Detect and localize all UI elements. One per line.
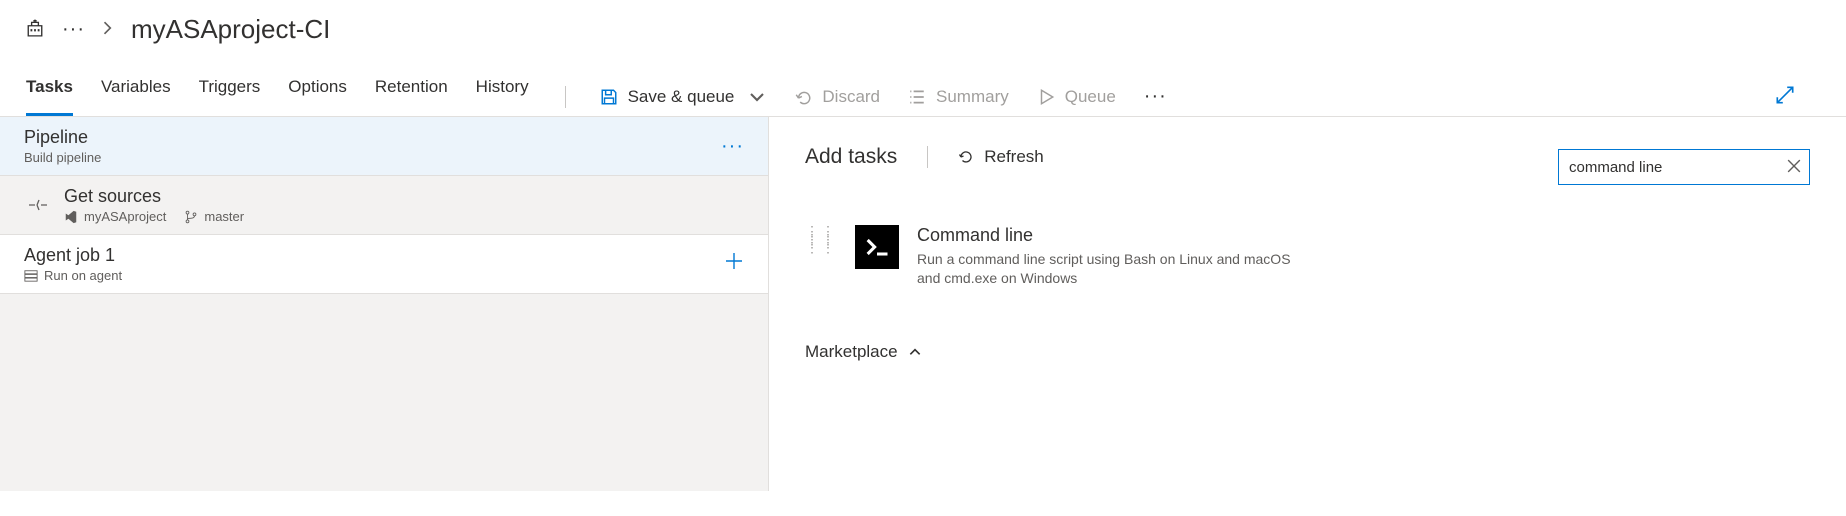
vs-icon bbox=[64, 210, 78, 224]
task-title: Command line bbox=[917, 225, 1297, 246]
task-description: Run a command line script using Bash on … bbox=[917, 250, 1297, 288]
fullscreen-icon[interactable] bbox=[1774, 93, 1796, 109]
marketplace-section[interactable]: Marketplace bbox=[805, 342, 1810, 362]
tab-tasks[interactable]: Tasks bbox=[26, 77, 73, 116]
plus-icon bbox=[724, 251, 744, 271]
discard-button: Discard bbox=[794, 87, 880, 107]
branch-indicator: master bbox=[184, 209, 244, 224]
chevron-up-icon bbox=[908, 345, 922, 359]
agent-title: Agent job 1 bbox=[24, 245, 122, 266]
branch-icon bbox=[184, 210, 198, 224]
summary-label: Summary bbox=[936, 87, 1009, 107]
toolbar: Tasks Variables Triggers Options Retenti… bbox=[0, 51, 1846, 116]
search-box[interactable] bbox=[1558, 149, 1810, 185]
discard-label: Discard bbox=[822, 87, 880, 107]
save-icon bbox=[600, 88, 618, 106]
add-tasks-title: Add tasks bbox=[805, 145, 897, 169]
repo-name: myASAproject bbox=[84, 209, 166, 224]
drag-handle-icon[interactable]: ⋮⋮⋮⋮⋮⋮ bbox=[805, 225, 837, 251]
more-actions[interactable]: ··· bbox=[1144, 85, 1167, 108]
agent-job-row[interactable]: Agent job 1 Run on agent bbox=[0, 235, 768, 294]
search-input[interactable] bbox=[1569, 159, 1787, 176]
page-title: myASAproject-CI bbox=[131, 14, 330, 45]
breadcrumb-ellipsis[interactable]: ··· bbox=[62, 18, 85, 41]
tab-options[interactable]: Options bbox=[288, 77, 347, 116]
task-result[interactable]: ⋮⋮⋮⋮⋮⋮ Command line Run a command line s… bbox=[805, 225, 1810, 288]
pipeline-row[interactable]: Pipeline Build pipeline ··· bbox=[0, 117, 768, 176]
tab-variables[interactable]: Variables bbox=[101, 77, 171, 116]
main: Pipeline Build pipeline ··· Get sources … bbox=[0, 117, 1846, 491]
refresh-label: Refresh bbox=[984, 147, 1044, 167]
summary-button: Summary bbox=[908, 87, 1009, 107]
actions: Save & queue Discard Summary Queue ··· bbox=[600, 85, 1167, 108]
right-panel: Add tasks Refresh ⋮⋮⋮⋮⋮⋮ Command line Ru… bbox=[768, 117, 1846, 491]
refresh-icon bbox=[958, 149, 974, 165]
agent-subtitle: Run on agent bbox=[44, 268, 122, 283]
undo-icon bbox=[794, 88, 812, 106]
server-icon bbox=[24, 269, 38, 283]
divider bbox=[927, 146, 928, 168]
add-task-button[interactable] bbox=[724, 251, 744, 277]
repo-indicator: myASAproject bbox=[64, 209, 166, 224]
get-sources-row[interactable]: Get sources myASAproject master bbox=[0, 176, 768, 235]
pipeline-title: Pipeline bbox=[24, 127, 101, 148]
breadcrumb: ··· myASAproject-CI bbox=[0, 0, 1846, 51]
pipeline-subtitle: Build pipeline bbox=[24, 150, 101, 165]
chevron-right-icon bbox=[103, 21, 113, 38]
save-queue-button[interactable]: Save & queue bbox=[600, 87, 767, 107]
tab-triggers[interactable]: Triggers bbox=[199, 77, 261, 116]
branch-name: master bbox=[204, 209, 244, 224]
list-icon bbox=[908, 88, 926, 106]
marketplace-label: Marketplace bbox=[805, 342, 898, 362]
tab-retention[interactable]: Retention bbox=[375, 77, 448, 116]
sources-title: Get sources bbox=[64, 186, 244, 207]
divider bbox=[565, 86, 566, 108]
queue-label: Queue bbox=[1065, 87, 1116, 107]
play-icon bbox=[1037, 88, 1055, 106]
queue-button: Queue bbox=[1037, 87, 1116, 107]
pipeline-more[interactable]: ··· bbox=[721, 135, 744, 158]
save-queue-label: Save & queue bbox=[628, 87, 735, 107]
clear-search-icon[interactable] bbox=[1787, 159, 1801, 176]
chevron-down-icon bbox=[748, 88, 766, 106]
tab-history[interactable]: History bbox=[476, 77, 529, 116]
left-panel: Pipeline Build pipeline ··· Get sources … bbox=[0, 117, 768, 491]
refresh-button[interactable]: Refresh bbox=[958, 147, 1044, 167]
sources-icon bbox=[24, 198, 52, 212]
command-line-icon bbox=[855, 225, 899, 269]
agent-sub: Run on agent bbox=[24, 268, 122, 283]
tabs: Tasks Variables Triggers Options Retenti… bbox=[26, 77, 529, 116]
project-icon[interactable] bbox=[26, 19, 44, 40]
